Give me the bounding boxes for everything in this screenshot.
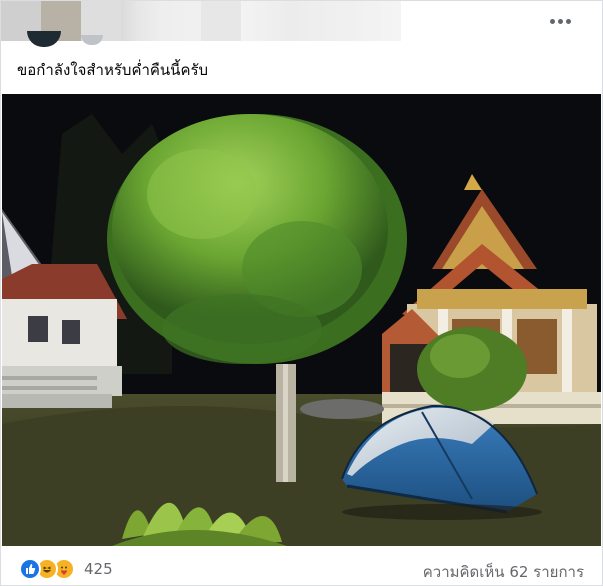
- author-badge: [81, 35, 103, 45]
- like-icon: [19, 558, 41, 580]
- comments-count-link[interactable]: ความคิดเห็น 62 รายการ: [423, 560, 584, 584]
- post-header: [1, 1, 602, 47]
- blurred-author-area: [1, 1, 401, 41]
- avatar[interactable]: [27, 31, 61, 47]
- more-horizontal-icon[interactable]: [542, 11, 578, 31]
- post-footer: 425 ความคิดเห็น 62 รายการ: [1, 549, 602, 586]
- post-card: ขอกำลังใจสำหรับค่ำคืนนี้ครับ 425 ความคิด…: [0, 0, 603, 586]
- big-tree: [107, 114, 407, 364]
- reaction-count[interactable]: 425: [84, 560, 113, 578]
- reactions-summary[interactable]: 425: [19, 558, 113, 580]
- post-caption: ขอกำลังใจสำหรับค่ำคืนนี้ครับ: [17, 61, 209, 79]
- post-photo[interactable]: [2, 94, 601, 546]
